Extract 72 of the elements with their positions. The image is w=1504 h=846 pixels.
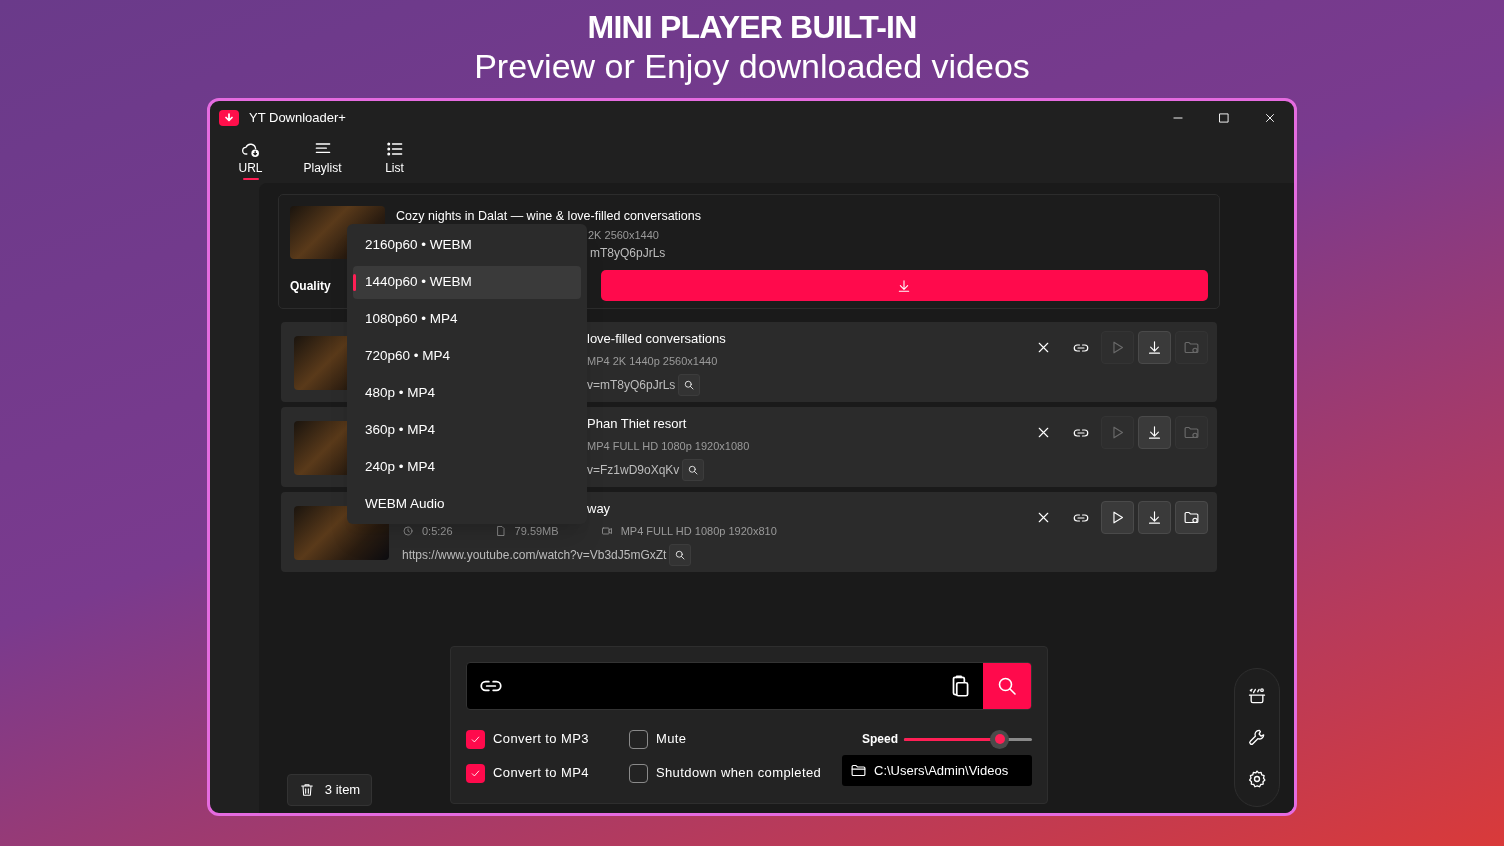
item-details: 79.59MB bbox=[514, 524, 559, 539]
item-url: https://www.youtube.com/watch?v=Vb3dJ5mGxZt bbox=[402, 547, 667, 564]
slider-handle[interactable] bbox=[990, 729, 1010, 749]
item-url: v=Fz1wD9oXqKv bbox=[587, 462, 680, 479]
quality-option[interactable]: 480p • MP4 bbox=[353, 377, 581, 410]
open-folder-button[interactable] bbox=[1175, 501, 1208, 534]
file-icon bbox=[494, 525, 507, 537]
item-title: Phan Thiet resort bbox=[587, 415, 687, 433]
folder-icon bbox=[1183, 509, 1200, 526]
search-icon bbox=[674, 549, 687, 561]
tab[interactable]: List bbox=[368, 135, 421, 180]
search-button[interactable] bbox=[983, 663, 1031, 709]
play-button[interactable] bbox=[1101, 501, 1134, 534]
item-details: MP4 FULL HD 1080p 1920x810 bbox=[620, 524, 777, 539]
quality-option[interactable]: 720p60 • MP4 bbox=[353, 340, 581, 373]
checkbox-label: Convert to MP4 bbox=[493, 764, 589, 783]
search-icon bbox=[683, 379, 696, 391]
download-icon bbox=[1146, 424, 1163, 441]
tab[interactable]: URL bbox=[224, 135, 277, 180]
subheadline: Preview or Enjoy downloaded videos bbox=[474, 46, 1030, 86]
item-details: MP4 FULL HD 1080p 1920x1080 bbox=[587, 439, 750, 454]
pot-icon[interactable] bbox=[1247, 685, 1267, 706]
search-icon bbox=[687, 464, 700, 476]
speed-slider[interactable] bbox=[904, 729, 1032, 749]
search-button[interactable] bbox=[678, 374, 701, 396]
wrench-icon[interactable] bbox=[1247, 727, 1267, 748]
item-url: v=mT8yQ6pJrLs bbox=[587, 377, 676, 394]
video-icon bbox=[600, 525, 613, 537]
quality-label: Quality bbox=[290, 277, 331, 295]
folder-path-field[interactable]: C:\Users\Admin\Videos bbox=[842, 755, 1032, 786]
checkbox-label: Mute bbox=[655, 730, 687, 749]
checkbox[interactable] bbox=[466, 729, 485, 749]
search-button[interactable] bbox=[669, 544, 692, 566]
search-button[interactable] bbox=[682, 459, 705, 481]
item-details: 0:5:26 bbox=[422, 524, 453, 539]
checkbox[interactable] bbox=[628, 729, 648, 749]
clock-icon bbox=[402, 525, 414, 537]
quality-option[interactable]: 1440p60 • WEBM bbox=[353, 266, 581, 299]
quality-option[interactable]: 240p • MP4 bbox=[353, 451, 581, 484]
clear-items-button[interactable]: 3 item bbox=[287, 774, 372, 806]
checkbox[interactable] bbox=[466, 763, 485, 783]
speed-label: Speed bbox=[862, 731, 898, 748]
quality-option[interactable]: 2160p60 • WEBM bbox=[353, 229, 581, 262]
headline: MINI PLAYER BUILT-IN bbox=[587, 8, 917, 46]
folder-icon bbox=[850, 762, 867, 779]
download-button[interactable] bbox=[1138, 416, 1171, 449]
checkbox-label: Shutdown when completed bbox=[655, 764, 822, 783]
item-title: love-filled conversations bbox=[587, 330, 726, 348]
maximize-icon[interactable] bbox=[1217, 111, 1231, 125]
close-icon[interactable] bbox=[1263, 111, 1277, 125]
tab[interactable]: Playlist bbox=[296, 135, 349, 180]
checkbox[interactable] bbox=[628, 763, 648, 783]
video-details: 2K 2560x1440 bbox=[588, 228, 659, 243]
quality-option[interactable]: 1080p60 • MP4 bbox=[353, 303, 581, 336]
quality-option[interactable]: 360p • MP4 bbox=[353, 414, 581, 447]
video-url: mT8yQ6pJrLs bbox=[590, 245, 666, 262]
download-icon bbox=[1146, 509, 1163, 526]
video-title: Cozy nights in Dalat — wine & love-filled conversations bbox=[396, 208, 701, 225]
folder-icon bbox=[1183, 424, 1200, 441]
download-button[interactable] bbox=[1138, 331, 1171, 364]
download-icon bbox=[1146, 339, 1163, 356]
url-input-field[interactable] bbox=[466, 662, 1032, 710]
trash-icon bbox=[298, 782, 315, 798]
window-title: YT Downloader+ bbox=[249, 109, 346, 128]
checkbox-label: Convert to MP3 bbox=[493, 730, 589, 749]
quality-option[interactable]: WEBM Audio bbox=[353, 488, 581, 521]
download-icon bbox=[223, 112, 235, 124]
item-details: MP4 2K 1440p 2560x1440 bbox=[587, 354, 718, 369]
folder-icon bbox=[1183, 339, 1200, 356]
settings-icon[interactable] bbox=[1247, 769, 1267, 790]
item-title: way bbox=[587, 500, 611, 518]
download-button[interactable] bbox=[1138, 501, 1171, 534]
